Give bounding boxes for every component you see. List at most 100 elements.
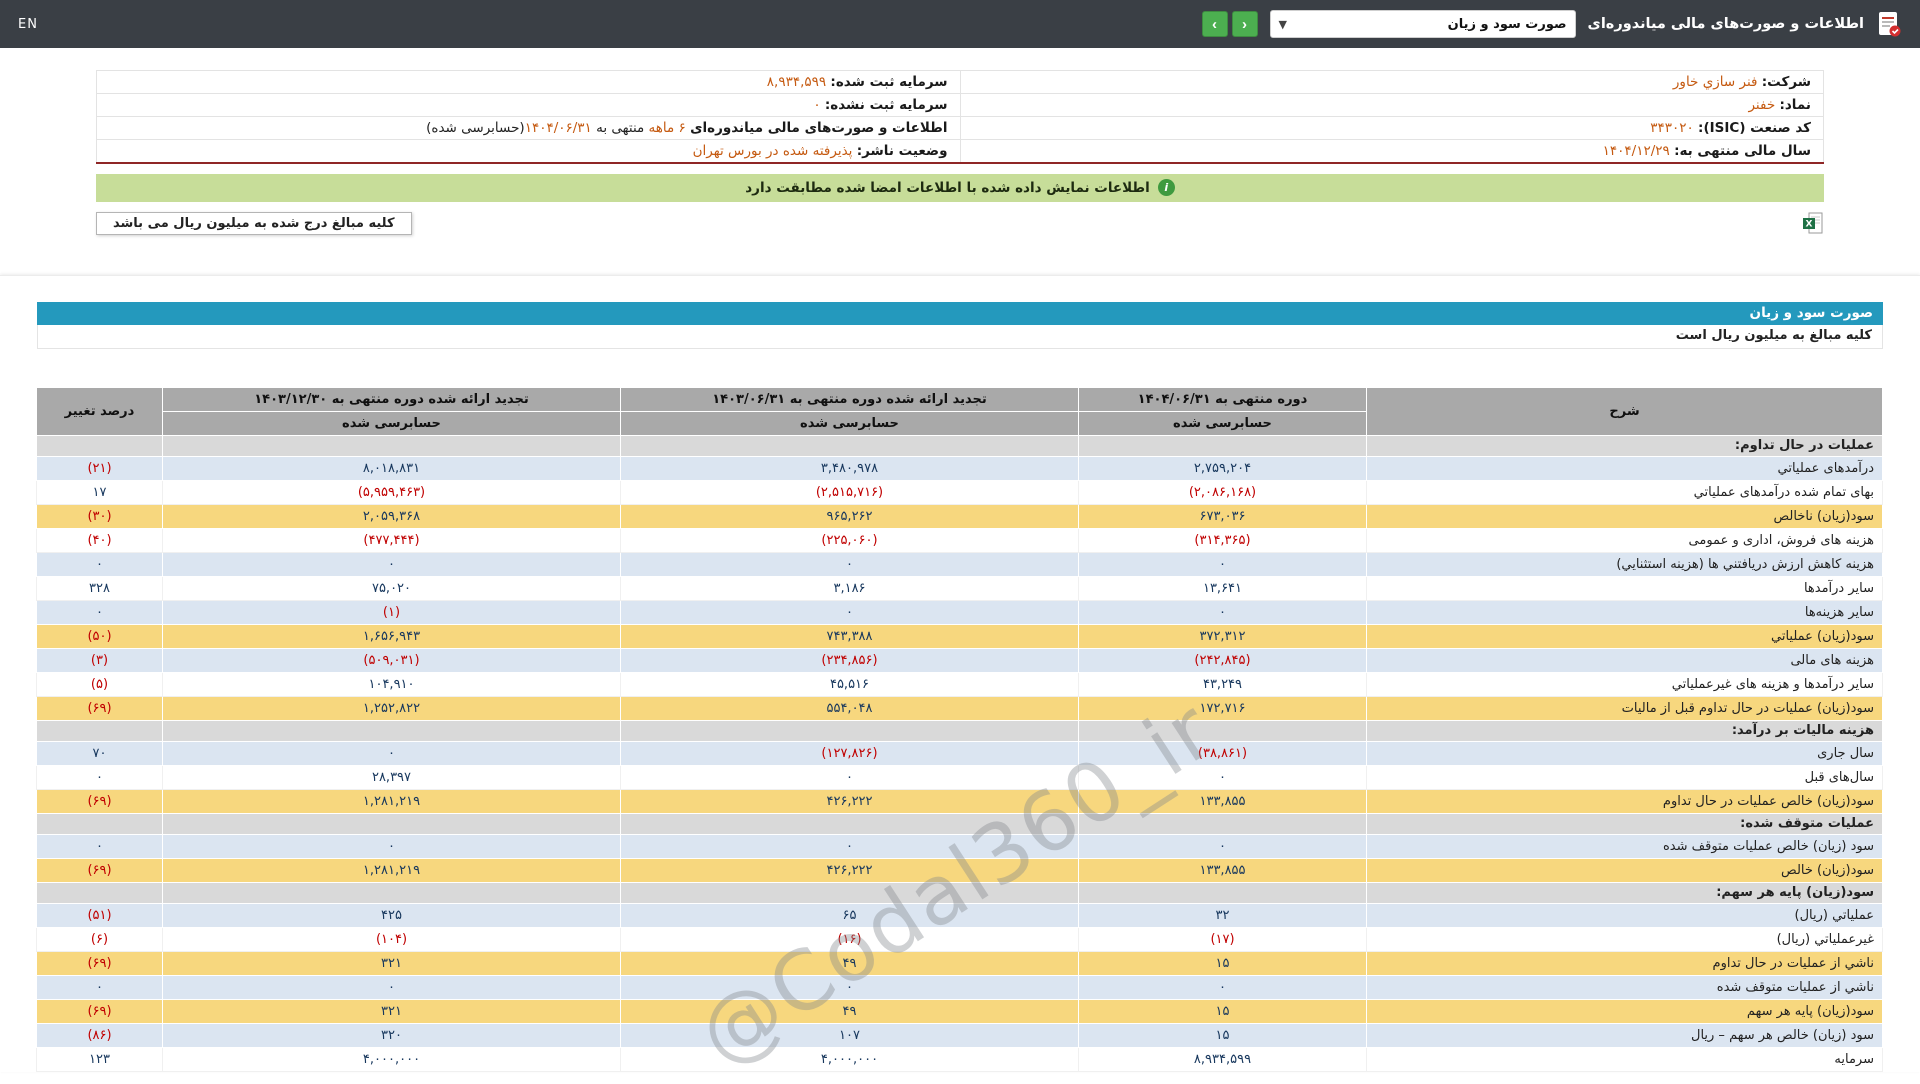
row-value: ۶۵ bbox=[620, 902, 1079, 928]
language-toggle[interactable]: EN bbox=[18, 17, 38, 32]
table-row: سود (زیان) خالص هر سهم – ریال ۱۵ ۱۰۷ ۳۲۰ (۸۶… bbox=[36, 1022, 1883, 1048]
table-row: سود(زیان) عملیاتي ۳۷۲,۳۱۲ ۷۴۳,۳۸۸ ۱,۶۵۶,۹۴۳… bbox=[36, 623, 1883, 649]
info-icon: i bbox=[1157, 179, 1175, 196]
section-row: سود(زیان) پایه هر سهم: bbox=[36, 881, 1883, 904]
table-row: سرمایه ۸,۹۳۴,۵۹۹ ۴,۰۰۰,۰۰۰ ۴,۰۰۰,۰۰۰ ۱۲۳ bbox=[36, 1046, 1883, 1072]
pl-table-body: عملیات در حال تداوم: درآمدهای عملیاتي ۲,۷۵… bbox=[36, 434, 1883, 1072]
field-label: شرکت: bbox=[1761, 74, 1811, 90]
row-value: ۴۲۶,۲۲۲ bbox=[620, 788, 1079, 814]
company-name-field: شرکت: فنر سازي خاور bbox=[959, 70, 1824, 94]
table-row: سایر درآمدها و هزینه های غیرعملیاتي ۴۳,۲۴… bbox=[36, 671, 1883, 697]
prev-period-button[interactable]: ‹ bbox=[1201, 11, 1228, 37]
statement-select[interactable]: صورت سود و زیان ▼ bbox=[1269, 10, 1576, 38]
row-percent-change: ۱۷ bbox=[36, 479, 163, 505]
col-header-percent-change: درصد تغییر bbox=[36, 386, 163, 436]
col-header-restated-midyear: تجدید ارائه شده دوره منتهی به ۱۴۰۳/۰۶/۳۱ bbox=[620, 386, 1079, 412]
table-header: شرح دوره منتهی به ۱۴۰۴/۰۶/۳۱ تجدید ارائه… bbox=[36, 386, 1883, 436]
row-value: (۲۲۵,۰۶۰) bbox=[620, 527, 1079, 553]
row-value: ۰ bbox=[1078, 974, 1367, 1000]
row-label: عملیات متوقف شده: bbox=[1366, 812, 1883, 835]
company-info-row: کد صنعت (ISIC): ۳۴۳۰۲۰ اطلاعات و صورت‌ها… bbox=[96, 116, 1824, 140]
field-label: سرمایه ثبت شده: bbox=[830, 74, 948, 90]
row-label: درآمدهای عملیاتي bbox=[1366, 455, 1883, 481]
field-value: ۱۴۰۴/۱۲/۲۹ bbox=[1602, 142, 1670, 159]
row-value: ۱,۲۸۱,۲۱۹ bbox=[162, 857, 621, 883]
row-label: سود(زیان) پایه هر سهم: bbox=[1366, 881, 1883, 904]
row-value bbox=[1078, 812, 1367, 835]
subheader-audited: حسابرسی شده bbox=[1078, 410, 1367, 436]
col-header-restated-yearend: تجدید ارائه شده دوره منتهی به ۱۴۰۳/۱۲/۳۰ bbox=[162, 386, 621, 412]
row-value: ۰ bbox=[1078, 764, 1367, 790]
row-value: (۱۰۴) bbox=[162, 926, 621, 952]
row-value: (۲۴۲,۸۴۵) bbox=[1078, 647, 1367, 673]
row-percent-change: (۵) bbox=[36, 671, 163, 697]
codal-logo-icon[interactable] bbox=[1876, 10, 1902, 38]
field-label: وضعیت ناشر: bbox=[856, 142, 948, 159]
next-period-button[interactable]: › bbox=[1231, 11, 1258, 37]
row-percent-change: (۵۰) bbox=[36, 623, 163, 649]
field-value-part: ۱۴۰۴/۰۶/۳۱ bbox=[524, 120, 592, 136]
notice-text: اطلاعات نمایش داده شده با اطلاعات امضا ش… bbox=[745, 179, 1150, 196]
row-value: ۷۵,۰۲۰ bbox=[162, 575, 621, 601]
toolbar-row: X کلیه مبالغ درج شده به میلیون ریال می ب… bbox=[96, 211, 1824, 235]
table-row: سال جاری (۳۸,۸۶۱) (۱۲۷,۸۲۶) ۰ ۷۰ bbox=[36, 740, 1883, 766]
row-value bbox=[162, 881, 621, 904]
row-label: هزینه های فروش، اداری و عمومی bbox=[1366, 527, 1883, 553]
row-label: ناشي از عملیات در حال تداوم bbox=[1366, 950, 1883, 976]
row-value: ۳۷۲,۳۱۲ bbox=[1078, 623, 1367, 649]
row-percent-change: ۰ bbox=[36, 764, 163, 790]
row-label: سود(زیان) خالص bbox=[1366, 857, 1883, 883]
row-percent-change: (۳۰) bbox=[36, 503, 163, 529]
row-value: ۱۰۴,۹۱۰ bbox=[162, 671, 621, 697]
row-value: ۴,۰۰۰,۰۰۰ bbox=[620, 1046, 1079, 1072]
row-value: ۱,۲۸۱,۲۱۹ bbox=[162, 788, 621, 814]
registered-capital-field: سرمایه ثبت شده: ۸,۹۳۴,۵۹۹ bbox=[96, 70, 961, 94]
statement-title-bar: صورت سود و زیان bbox=[37, 301, 1883, 325]
company-info-row: شرکت: فنر سازي خاور سرمایه ثبت شده: ۸,۹۳… bbox=[96, 70, 1824, 94]
section-row: عملیات متوقف شده: bbox=[36, 812, 1883, 835]
row-value: ۰ bbox=[162, 833, 621, 859]
row-value: (۱۶) bbox=[620, 926, 1079, 952]
field-value: ۰ bbox=[813, 97, 821, 113]
table-row: هزینه های مالی (۲۴۲,۸۴۵) (۲۳۴,۸۵۶) (۵۰۹,۰۳۱… bbox=[36, 647, 1883, 673]
row-label: سایر هزینه‌ها bbox=[1366, 599, 1883, 625]
row-value: ۰ bbox=[620, 764, 1079, 790]
field-value: فنر سازي خاور bbox=[1672, 74, 1758, 90]
row-value: ۲,۰۵۹,۳۶۸ bbox=[162, 503, 621, 529]
svg-text:X: X bbox=[1806, 220, 1813, 230]
row-label: سود(زیان) عملیات در حال تداوم قبل از مال… bbox=[1366, 695, 1883, 721]
table-row: هزینه های فروش، اداری و عمومی (۳۱۴,۳۶۵) (۲… bbox=[36, 527, 1883, 553]
row-label: ناشي از عملیات متوقف شده bbox=[1366, 974, 1883, 1000]
row-value bbox=[162, 719, 621, 742]
field-label: سال مالی منتهی به: bbox=[1674, 142, 1811, 159]
row-percent-change: (۶۹) bbox=[36, 788, 163, 814]
row-label: هزینه های مالی bbox=[1366, 647, 1883, 673]
row-value: ۰ bbox=[620, 974, 1079, 1000]
row-value: (۱) bbox=[162, 599, 621, 625]
unit-note-box: کلیه مبالغ درج شده به میلیون ریال می باش… bbox=[96, 211, 412, 235]
row-percent-change bbox=[36, 719, 163, 742]
row-label: سود(زیان) ناخالص bbox=[1366, 503, 1883, 529]
row-value: ۴۵,۵۱۶ bbox=[620, 671, 1079, 697]
row-label: سود(زیان) خالص عملیات در حال تداوم bbox=[1366, 788, 1883, 814]
statement-select-value: صورت سود و زیان bbox=[1447, 16, 1567, 32]
table-row: سود(زیان) عملیات در حال تداوم قبل از مال… bbox=[36, 695, 1883, 721]
row-value: (۳۸,۸۶۱) bbox=[1078, 740, 1367, 766]
field-value: ۳۴۳۰۲۰ bbox=[1650, 120, 1694, 136]
company-info-row: نماد: خفنر سرمایه ثبت نشده: ۰ bbox=[96, 93, 1824, 117]
row-percent-change: (۴۰) bbox=[36, 527, 163, 553]
excel-export-icon[interactable]: X bbox=[1802, 212, 1824, 234]
symbol-field: نماد: خفنر bbox=[959, 93, 1824, 117]
table-row: غیرعملیاتي (ریال) (۱۷) (۱۶) (۱۰۴) (۶) bbox=[36, 926, 1883, 952]
isic-code-field: کد صنعت (ISIC): ۳۴۳۰۲۰ bbox=[959, 116, 1824, 140]
row-value: ۸,۹۳۴,۵۹۹ bbox=[1078, 1046, 1367, 1072]
row-label: عملیاتي (ریال) bbox=[1366, 902, 1883, 928]
signature-match-notice: i اطلاعات نمایش داده شده با اطلاعات امضا… bbox=[96, 173, 1824, 202]
row-value: ۳۲۱ bbox=[162, 950, 621, 976]
row-value: ۵۵۴,۰۴۸ bbox=[620, 695, 1079, 721]
field-value-parts: ۶ ماهه منتهی به ۱۴۰۴/۰۶/۳۱(حسابرسی شده) bbox=[426, 120, 686, 136]
table-row: سایر هزینه‌ها ۰ ۰ (۱) ۰ bbox=[36, 599, 1883, 625]
row-label: سال جاری bbox=[1366, 740, 1883, 766]
row-value: ۴۲۶,۲۲۲ bbox=[620, 857, 1079, 883]
row-value: ۱,۲۵۲,۸۲۲ bbox=[162, 695, 621, 721]
